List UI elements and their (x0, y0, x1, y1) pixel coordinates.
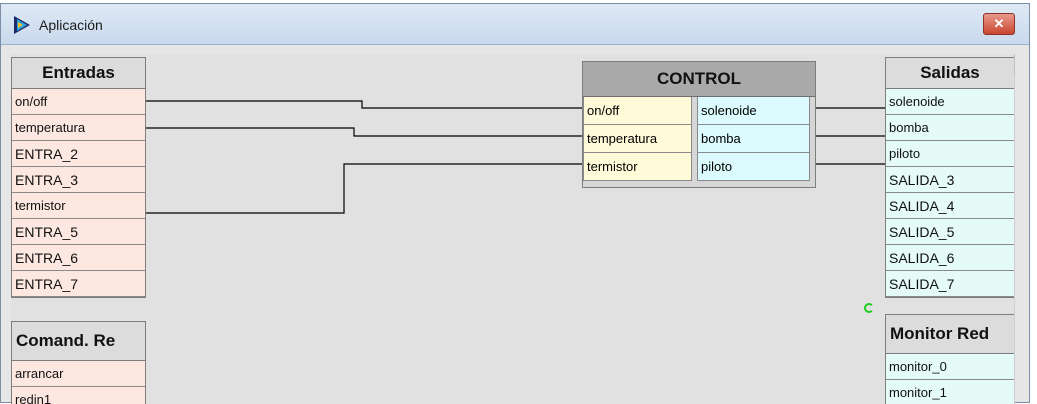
comand-item[interactable]: arrancar (12, 361, 145, 387)
comand-item[interactable]: redin1 (12, 387, 145, 404)
wire-solenoide (815, 105, 888, 109)
control-row: temperatura bomba (583, 125, 815, 153)
salida-item[interactable]: SALIDA_5 (886, 219, 1014, 245)
entrada-item[interactable]: ENTRA_2 (12, 141, 145, 167)
entradas-header: Entradas (12, 58, 145, 89)
control-input[interactable]: on/off (583, 97, 692, 125)
salida-item[interactable]: SALIDA_3 (886, 167, 1014, 193)
wire-onoff (146, 100, 582, 109)
vertical-scrollbar[interactable] (1014, 54, 1015, 404)
monitor-header: Monitor Red (886, 315, 1014, 354)
close-button[interactable]: ✕ (983, 13, 1015, 35)
control-block[interactable]: CONTROL on/off solenoide temperatura bom… (582, 61, 816, 188)
scroll-up-icon[interactable]: ▲ (1014, 54, 1015, 74)
monitor-item[interactable]: monitor_1 (886, 380, 1014, 404)
connection-wires (146, 100, 888, 214)
control-header: CONTROL (583, 62, 815, 97)
entrada-item[interactable]: temperatura (12, 115, 145, 141)
close-icon: ✕ (993, 16, 1005, 31)
entrada-item[interactable]: termistor (12, 193, 145, 219)
connection-indicator-icon (864, 303, 874, 313)
entrada-item[interactable]: ENTRA_5 (12, 219, 145, 245)
control-output[interactable]: piloto (697, 153, 810, 181)
wire-termistor (146, 163, 582, 214)
control-footer (583, 181, 815, 187)
entrada-item[interactable]: ENTRA_7 (12, 271, 145, 297)
app-icon (14, 16, 30, 34)
control-input[interactable]: termistor (583, 153, 692, 181)
window-title: Aplicación (39, 17, 103, 33)
workspace-canvas: Entradas on/off temperatura ENTRA_2 ENTR… (11, 54, 1015, 404)
wire-bomba (815, 131, 888, 137)
wire-temperatura (146, 127, 582, 137)
salida-item[interactable]: piloto (886, 141, 1014, 167)
comand-panel: Comand. Re arrancar redin1 (11, 321, 146, 404)
salida-item[interactable]: bomba (886, 115, 1014, 141)
control-output[interactable]: solenoide (697, 97, 810, 125)
entradas-panel: Entradas on/off temperatura ENTRA_2 ENTR… (11, 57, 146, 298)
salidas-panel: Salidas solenoide bomba piloto SALIDA_3 … (885, 57, 1015, 298)
control-output[interactable]: bomba (697, 125, 810, 153)
comand-header: Comand. Re (12, 322, 145, 361)
monitor-item[interactable]: monitor_0 (886, 354, 1014, 380)
salidas-header: Salidas (886, 58, 1014, 89)
wire-piloto (815, 157, 888, 165)
control-input[interactable]: temperatura (583, 125, 692, 153)
salida-item[interactable]: SALIDA_7 (886, 271, 1014, 297)
monitor-panel: Monitor Red monitor_0 monitor_1 (885, 314, 1015, 404)
salida-item[interactable]: solenoide (886, 89, 1014, 115)
salida-item[interactable]: SALIDA_4 (886, 193, 1014, 219)
control-row: on/off solenoide (583, 97, 815, 125)
control-row: termistor piloto (583, 153, 815, 181)
salida-item[interactable]: SALIDA_6 (886, 245, 1014, 271)
title-bar[interactable]: Aplicación ✕ (1, 4, 1029, 45)
app-window: Aplicación ✕ Entradas on/off temperatura… (0, 3, 1030, 404)
entrada-item[interactable]: ENTRA_3 (12, 167, 145, 193)
entrada-item[interactable]: ENTRA_6 (12, 245, 145, 271)
entrada-item[interactable]: on/off (12, 89, 145, 115)
